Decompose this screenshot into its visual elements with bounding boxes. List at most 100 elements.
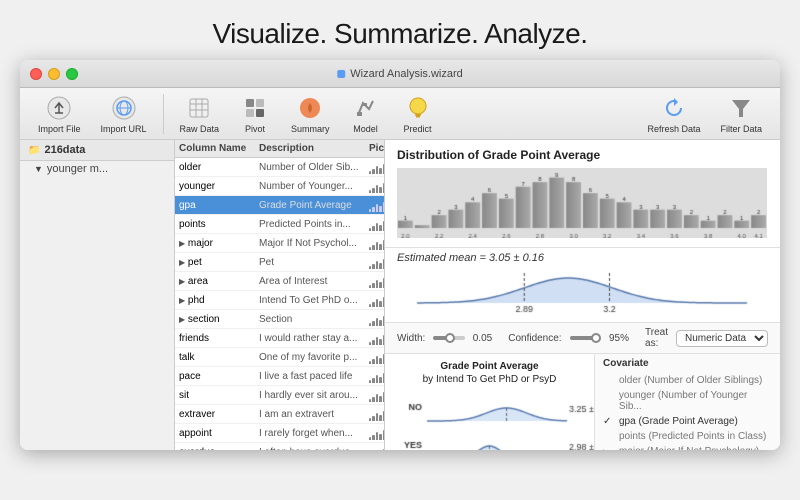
close-button[interactable] <box>30 68 42 80</box>
main-panel: Distribution of Grade Point Average Esti… <box>385 140 780 450</box>
covariate-item[interactable]: older (Number of Older Siblings) <box>603 373 772 388</box>
table-row[interactable]: sitI hardly ever sit arou... <box>175 386 384 405</box>
summary-button[interactable]: Summary <box>283 90 338 138</box>
picture-bar <box>369 255 385 269</box>
import-url-button[interactable]: Import URL <box>93 90 155 138</box>
sidebar: 📁 216data ▼ younger m... <box>20 140 175 450</box>
model-button[interactable]: Model <box>342 90 390 138</box>
expand-icon: ▶ <box>179 277 185 286</box>
summary-icon <box>296 94 324 122</box>
bottom-section: Grade Point Average by Intend To Get PhD… <box>385 354 780 450</box>
expand-icon: ▶ <box>179 296 185 305</box>
filter-icon <box>727 94 755 122</box>
filter-data-button[interactable]: Filter Data <box>712 90 770 138</box>
import-file-icon <box>45 94 73 122</box>
distribution-section: Distribution of Grade Point Average <box>385 140 780 248</box>
window-title: Wizard Analysis.wizard <box>337 68 462 80</box>
refresh-icon <box>660 94 688 122</box>
pivot-icon <box>241 94 269 122</box>
picture-bar <box>369 426 385 440</box>
width-slider-thumb <box>445 333 455 343</box>
raw-data-icon <box>185 94 213 122</box>
dataset-label[interactable]: younger m... <box>47 163 108 175</box>
picture-bar <box>369 407 385 421</box>
mean-label: Estimated mean = 3.05 ± 0.16 <box>397 252 768 264</box>
check-icon: ✓ <box>603 416 615 427</box>
table-row[interactable]: paceI live a fast paced life <box>175 367 384 386</box>
toolbar-right: Refresh Data Filter Data <box>639 90 770 138</box>
picture-bar <box>369 369 385 383</box>
table-row[interactable]: youngerNumber of Younger... <box>175 177 384 196</box>
picture-bar <box>369 350 385 364</box>
table-row[interactable]: gpaGrade Point Average <box>175 196 384 215</box>
analysis-group: Raw Data Pivot <box>172 90 442 138</box>
picture-bar <box>369 388 385 402</box>
pivot-button[interactable]: Pivot <box>231 90 279 138</box>
covariate-item[interactable]: younger (Number of Younger Sib... <box>603 388 772 414</box>
picture-bar <box>369 198 385 212</box>
table-row[interactable]: pointsPredicted Points in... <box>175 215 384 234</box>
picture-bar <box>369 312 385 326</box>
expand-icon: ▶ <box>179 239 185 248</box>
refresh-data-button[interactable]: Refresh Data <box>639 90 708 138</box>
sidebar-header: 📁 216data <box>20 140 174 161</box>
table-row[interactable]: ▶ sectionSection <box>175 310 384 329</box>
picture-bar <box>369 179 385 193</box>
model-icon <box>352 94 380 122</box>
table-row[interactable]: friendsI would rather stay a... <box>175 329 384 348</box>
picture-bar <box>369 445 385 450</box>
covariate-item[interactable]: ✓gpa (Grade Point Average) <box>603 414 772 429</box>
covariate-list: older (Number of Older Siblings) younger… <box>603 373 772 450</box>
title-bar: Wizard Analysis.wizard <box>20 60 780 88</box>
table-row[interactable]: ▶ phdIntend To Get PhD o... <box>175 291 384 310</box>
gpa-chart-canvas <box>397 386 595 450</box>
main-content: 📁 216data ▼ younger m... Column Name Des… <box>20 140 780 450</box>
import-file-button[interactable]: Import File <box>30 90 89 138</box>
covariate-item[interactable]: points (Predicted Points in Class) <box>603 429 772 444</box>
minimize-button[interactable] <box>48 68 60 80</box>
data-table: Column Name Description Picture olderNum… <box>175 140 385 450</box>
confidence-slider-thumb <box>591 333 601 343</box>
table-row[interactable]: olderNumber of Older Sib... <box>175 158 384 177</box>
treat-as-select[interactable]: Numeric Data <box>676 330 768 347</box>
histogram-canvas <box>397 168 767 238</box>
picture-bar <box>369 160 385 174</box>
expand-icon: ▶ <box>179 258 185 267</box>
width-slider[interactable] <box>433 336 464 340</box>
import-url-icon <box>110 94 138 122</box>
title-icon <box>337 70 345 78</box>
confidence-slider[interactable] <box>570 336 601 340</box>
table-header: Column Name Description Picture <box>175 140 384 158</box>
folder-icon: 📁 <box>28 145 40 156</box>
table-row[interactable]: ▶ petPet <box>175 253 384 272</box>
toolbar-divider-1 <box>163 94 164 134</box>
table-row[interactable]: extraverI am an extravert <box>175 405 384 424</box>
table-row[interactable]: ▶ areaArea of Interest <box>175 272 384 291</box>
normal-curve-area <box>397 268 768 318</box>
table-body: olderNumber of Older Sib...youngerNumber… <box>175 158 384 450</box>
gpa-chart-title: Grade Point Average by Intend To Get PhD… <box>397 360 582 386</box>
app-window: Wizard Analysis.wizard Import File <box>20 60 780 450</box>
covariate-panel: Covariate older (Number of Older Sibling… <box>595 354 780 450</box>
maximize-button[interactable] <box>66 68 78 80</box>
dataset-icon: ▼ <box>34 164 43 174</box>
distribution-title: Distribution of Grade Point Average <box>397 148 768 162</box>
predict-icon <box>404 94 432 122</box>
marketing-headline: Visualize. Summarize. Analyze. <box>0 0 800 60</box>
predict-button[interactable]: Predict <box>394 90 442 138</box>
gpa-chart: Grade Point Average by Intend To Get PhD… <box>385 354 595 450</box>
mean-section: Estimated mean = 3.05 ± 0.16 <box>385 248 780 323</box>
table-row[interactable]: talkOne of my favorite p... <box>175 348 384 367</box>
picture-bar <box>369 217 385 231</box>
covariate-item[interactable]: ▶major (Major If Not Psychology) <box>603 444 772 450</box>
controls-bar: Width: 0.05 Confidence: 95% Treat as: Nu… <box>385 323 780 354</box>
import-group: Import File Import URL <box>30 90 155 138</box>
table-row[interactable]: ▶ majorMajor If Not Psychol... <box>175 234 384 253</box>
toolbar: Import File Import URL <box>20 88 780 140</box>
picture-bar <box>369 236 385 250</box>
covariate-title: Covariate <box>603 358 772 369</box>
raw-data-button[interactable]: Raw Data <box>172 90 228 138</box>
table-row[interactable]: overdueI often have overdue... <box>175 443 384 450</box>
table-row[interactable]: appointI rarely forget when... <box>175 424 384 443</box>
picture-bar <box>369 293 385 307</box>
